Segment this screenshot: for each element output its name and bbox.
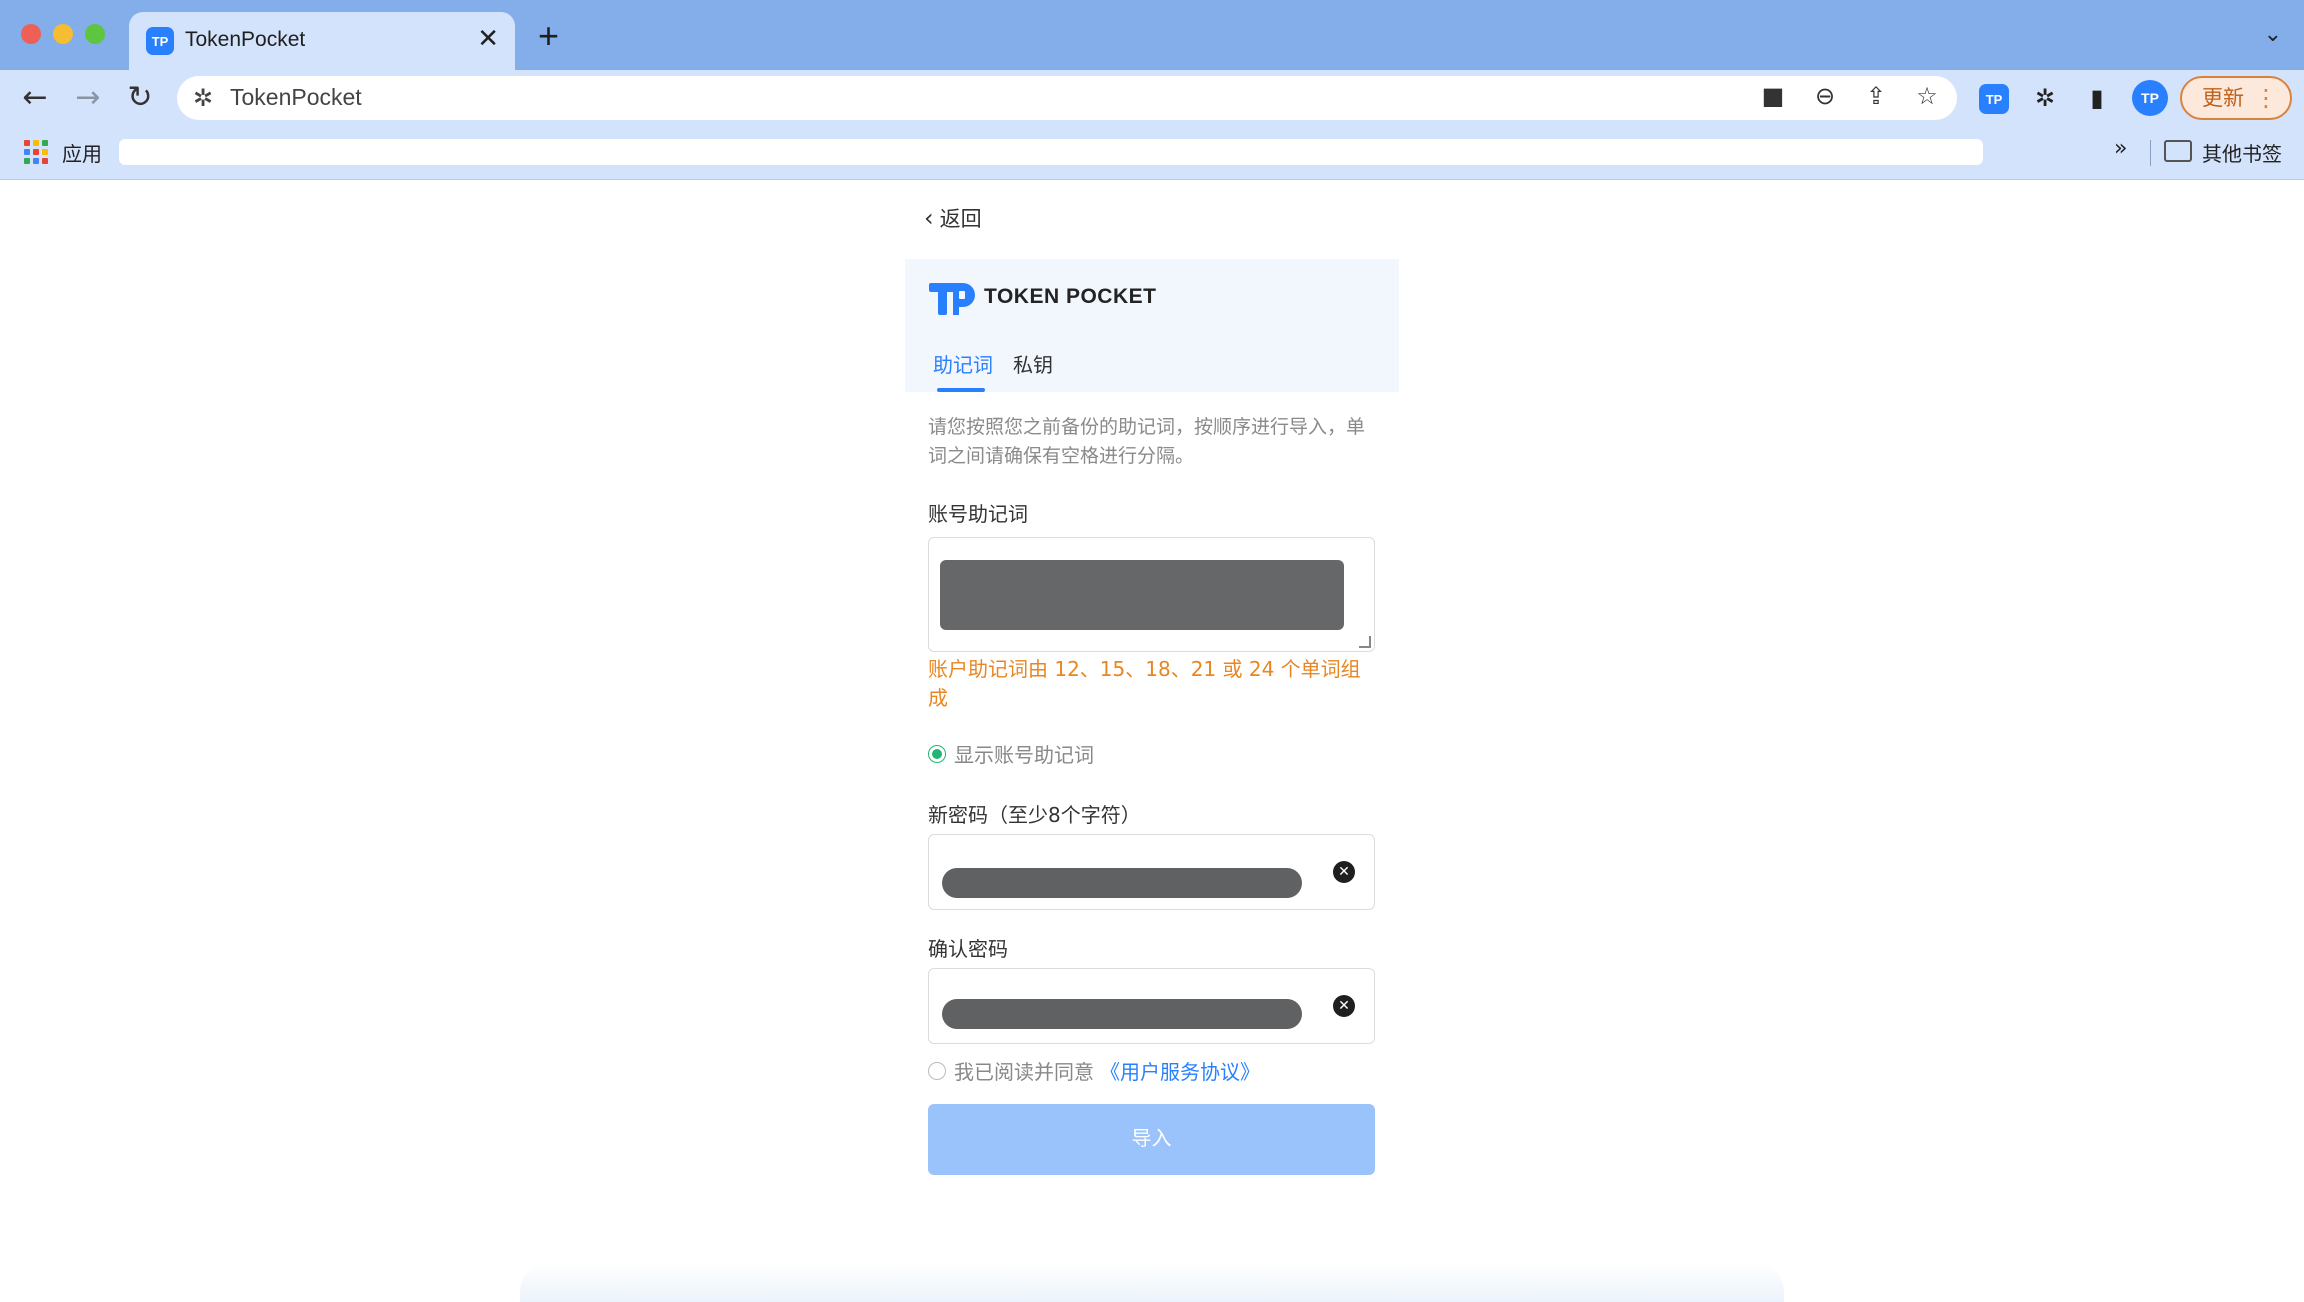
share-icon[interactable]: ⇪	[1860, 82, 1892, 110]
resize-handle-icon[interactable]	[1359, 636, 1371, 648]
redacted-password	[942, 868, 1302, 898]
wallet-header-panel: TOKEN POCKET 助记词 私钥	[905, 259, 1399, 392]
bookmarks-bar: 应用 » 其他书签	[0, 128, 2304, 180]
back-arrow-icon[interactable]: ←	[15, 78, 55, 118]
show-mnemonic-label: 显示账号助记词	[954, 743, 1094, 767]
new-password-label: 新密码（至少8个字符）	[928, 803, 1141, 827]
menu-dots-icon: ⋮	[2254, 84, 2278, 112]
chevron-left-icon: ‹	[924, 204, 934, 232]
apps-bookmark[interactable]: 应用	[62, 138, 102, 167]
confirm-password-input[interactable]: ✕	[928, 968, 1375, 1044]
extension-puzzle-icon: ✲	[193, 84, 214, 112]
mnemonic-error-message: 账户助记词由 12、15、18、21 或 24 个单词组成	[928, 657, 1361, 710]
footer-glow	[520, 1262, 1784, 1302]
window-minimize-button[interactable]	[53, 24, 73, 44]
other-bookmarks[interactable]: 其他书签	[2202, 138, 2282, 167]
clear-icon[interactable]: ✕	[1333, 861, 1355, 883]
browser-tab-bar: TP TokenPocket ✕ + ⌄	[0, 0, 2304, 70]
bookmark-star-icon[interactable]: ☆	[1911, 82, 1943, 110]
window-zoom-button[interactable]	[85, 24, 105, 44]
tokenpocket-extension-icon[interactable]: TP	[1979, 84, 2009, 114]
active-tab-indicator	[937, 388, 985, 392]
bookmarks-strip	[119, 139, 1983, 165]
import-button[interactable]: 导入	[928, 1104, 1375, 1175]
browser-tab-active[interactable]: TP TokenPocket ✕	[129, 12, 515, 70]
agreement-row[interactable]: 我已阅读并同意 《用户服务协议》	[928, 1056, 1260, 1085]
back-link[interactable]: ‹ 返回	[924, 203, 982, 233]
camera-icon[interactable]: ■	[1757, 82, 1789, 110]
address-bar-text: TokenPocket	[230, 84, 362, 110]
redacted-password	[942, 999, 1302, 1029]
apps-grid-icon[interactable]	[24, 140, 48, 164]
tab-private-key[interactable]: 私钥	[1013, 349, 1053, 378]
tab-search-chevron-icon[interactable]: ⌄	[2264, 22, 2282, 47]
show-mnemonic-toggle[interactable]: 显示账号助记词	[928, 739, 1094, 768]
side-panel-icon[interactable]: ▮	[2082, 84, 2112, 114]
agreement-radio[interactable]	[928, 1061, 946, 1080]
tokenpocket-favicon-icon: TP	[146, 27, 174, 55]
browser-toolbar: ← → ↻ ✲ TokenPocket ■ ⊖ ⇪ ☆ TP ✲ ▮ TP 更新…	[0, 70, 2304, 128]
window-close-button[interactable]	[21, 24, 41, 44]
update-label: 更新	[2202, 86, 2244, 110]
logo-text: TOKEN POCKET	[984, 285, 1157, 308]
forward-arrow-icon[interactable]: →	[68, 78, 108, 118]
show-mnemonic-radio[interactable]	[928, 744, 946, 763]
bookmarks-divider	[2150, 140, 2151, 166]
user-agreement-link[interactable]: 《用户服务协议》	[1100, 1056, 1260, 1085]
reload-icon[interactable]: ↻	[120, 78, 160, 118]
update-button[interactable]: 更新 ⋮	[2180, 76, 2292, 120]
folder-icon	[2164, 140, 2192, 162]
tab-mnemonic[interactable]: 助记词	[933, 349, 993, 378]
agreement-prefix: 我已阅读并同意	[954, 1060, 1094, 1084]
clear-icon[interactable]: ✕	[1333, 995, 1355, 1017]
new-password-input[interactable]: ✕	[928, 834, 1375, 910]
zoom-out-icon[interactable]: ⊖	[1809, 82, 1841, 110]
confirm-password-label: 确认密码	[928, 937, 1008, 961]
back-label: 返回	[939, 207, 982, 231]
import-hint: 请您按照您之前备份的助记词，按顺序进行导入，单词之间请确保有空格进行分隔。	[928, 416, 1366, 467]
profile-avatar[interactable]: TP	[2132, 80, 2168, 116]
address-bar[interactable]: ✲ TokenPocket ■ ⊖ ⇪ ☆	[177, 76, 1957, 120]
extensions-puzzle-icon[interactable]: ✲	[2030, 84, 2060, 114]
new-tab-button[interactable]: +	[538, 18, 559, 54]
mnemonic-textarea[interactable]	[928, 537, 1375, 652]
mnemonic-label: 账号助记词	[928, 502, 1028, 526]
redacted-mnemonic	[940, 560, 1344, 630]
tab-title: TokenPocket	[185, 28, 306, 51]
tab-close-icon[interactable]: ✕	[477, 24, 499, 54]
tokenpocket-logo-icon	[929, 283, 975, 315]
more-bookmarks-chevron-icon[interactable]: »	[2114, 136, 2127, 161]
